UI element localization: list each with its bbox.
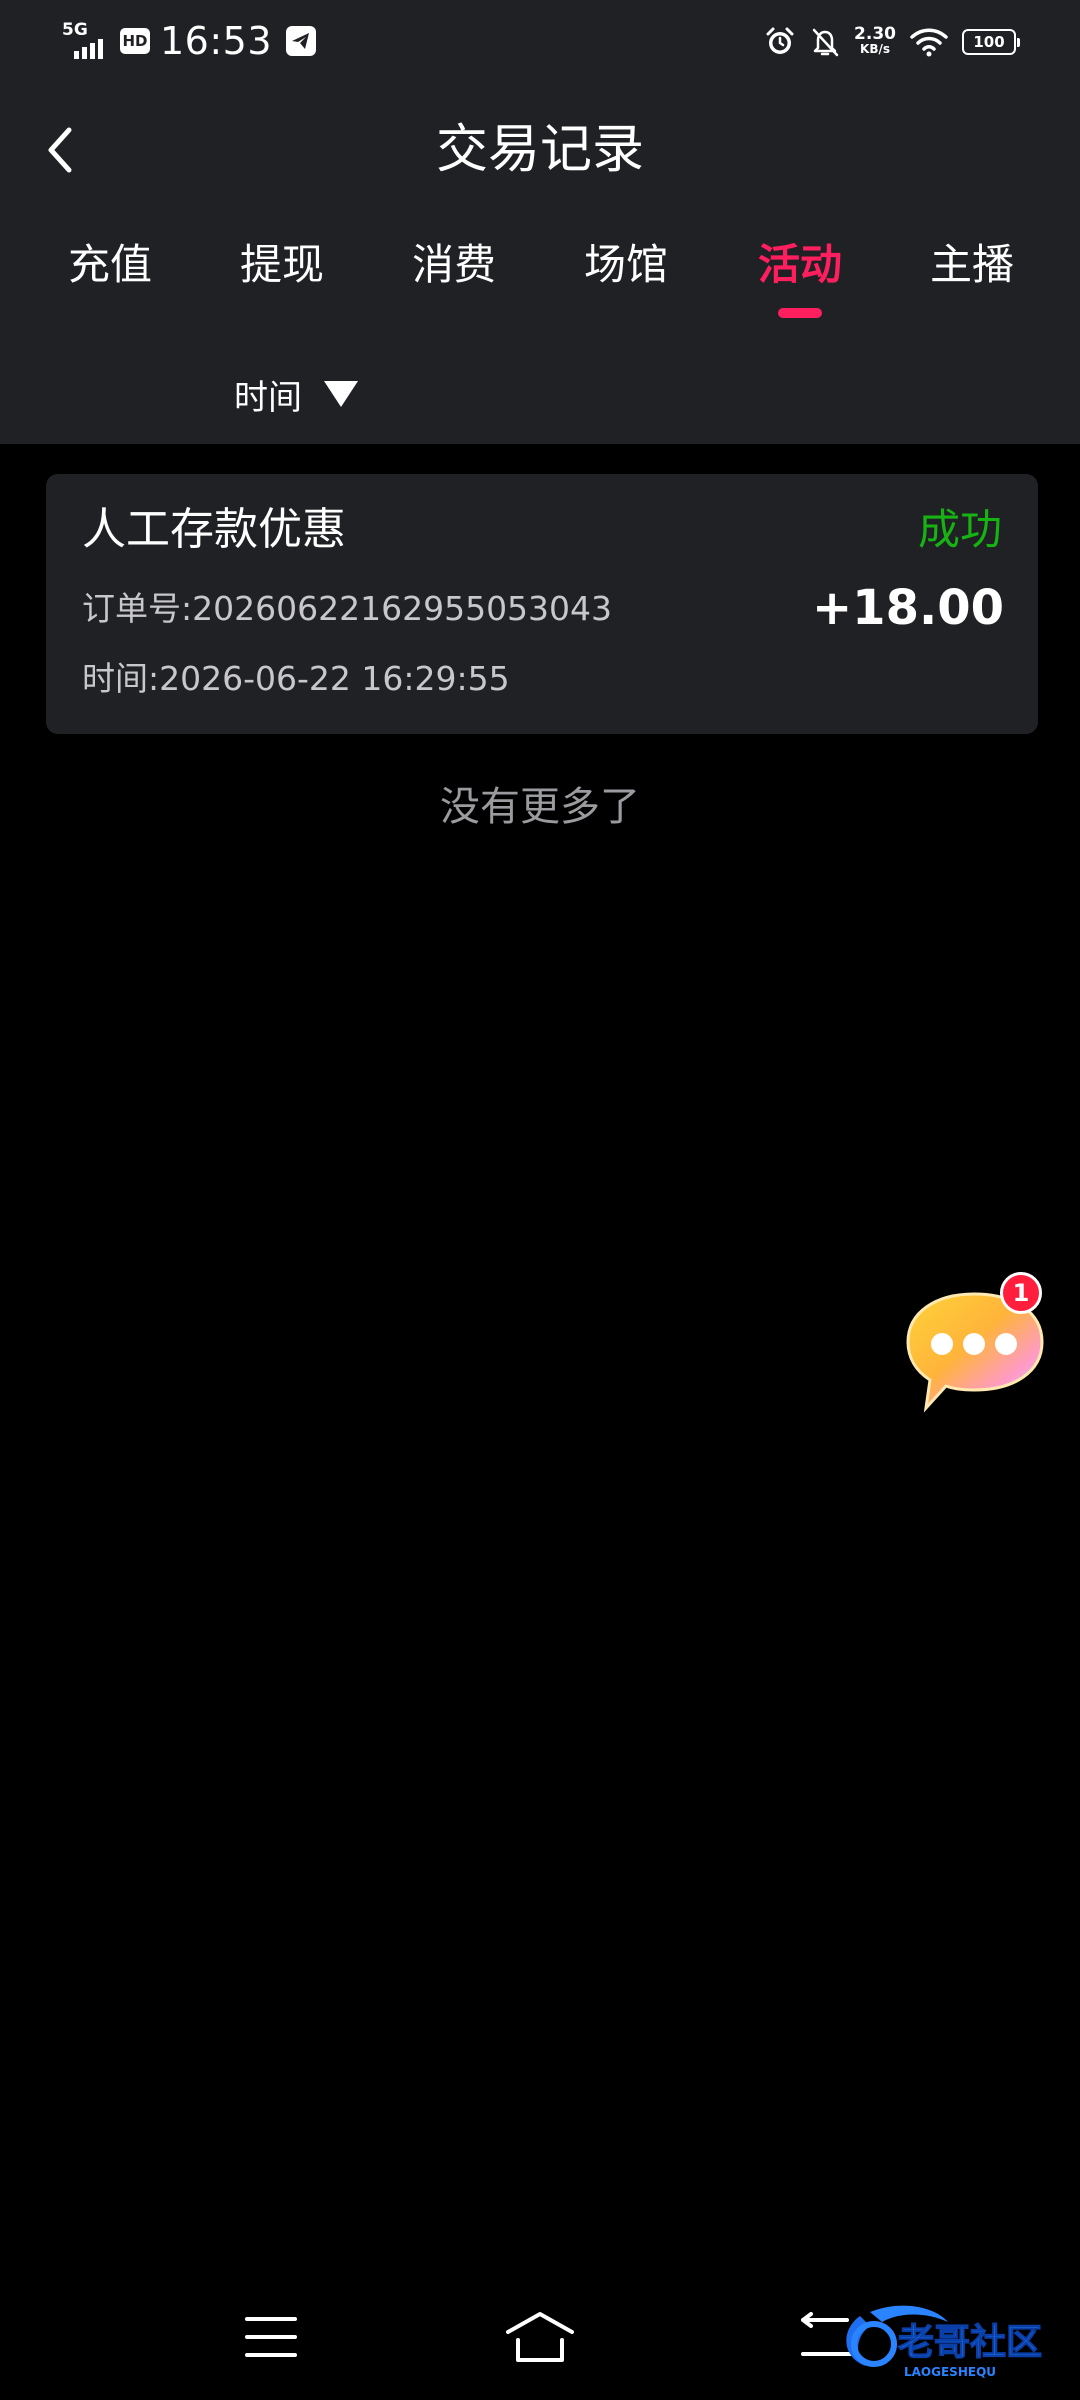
signal-icon: 5G (62, 21, 110, 61)
tab-anchor[interactable]: 主播 (886, 226, 1058, 304)
status-bar-left: 5G HD 16:53 (62, 18, 317, 64)
chat-float-button[interactable]: 1 (896, 1272, 1056, 1422)
record-time-value: 2026-06-22 16:29:55 (159, 659, 510, 698)
order-number-label: 订单号: (82, 589, 193, 628)
back-button[interactable] (30, 110, 90, 190)
battery-level: 100 (973, 33, 1005, 51)
watermark-logo: 老哥社区 LAOGESHEQU (846, 2305, 1043, 2379)
record-status: 成功 (917, 505, 1002, 554)
telegram-icon (286, 26, 317, 56)
home-icon (506, 2312, 574, 2362)
time-filter-label: 时间 (234, 377, 302, 418)
chat-unread-badge: 1 (1000, 1272, 1042, 1314)
tab-withdraw[interactable]: 提现 (196, 226, 368, 304)
record-name: 人工存款优惠 (82, 504, 346, 555)
status-bar: 5G HD 16:53 2.30 KB/s 100 (0, 0, 1080, 84)
header-panel: 5G HD 16:53 2.30 KB/s 100 交易记录 充值 提现 消费 … (0, 0, 1080, 444)
order-number-value: 20260622162955053043 (192, 589, 613, 628)
svg-text:老哥社区: 老哥社区 (898, 2322, 1042, 2363)
status-time: 16:53 (160, 19, 273, 63)
tab-venue[interactable]: 场馆 (540, 226, 712, 304)
record-time-label: 时间: (82, 659, 160, 698)
record-time: 时间:2026-06-22 16:29:55 (82, 656, 510, 702)
mute-bell-icon (812, 28, 839, 57)
speed-value: 2.30 (854, 24, 896, 44)
wifi-icon (910, 28, 948, 57)
active-tab-indicator (778, 308, 822, 318)
time-filter-dropdown[interactable]: 时间 (234, 360, 358, 428)
record-order-number: 订单号:20260622162955053043 (82, 586, 612, 632)
category-tabs: 充值 提现 消费 场馆 活动 主播 (0, 226, 1080, 326)
transaction-records-page: 5G HD 16:53 2.30 KB/s 100 交易记录 充值 提现 消费 … (0, 0, 1080, 2400)
nav-menu-button[interactable] (226, 2302, 316, 2372)
record-amount: +18.00 (811, 580, 1004, 636)
menu-icon (245, 2317, 297, 2357)
chevron-left-icon (48, 127, 72, 173)
tab-consumption[interactable]: 消费 (368, 226, 540, 304)
status-bar-right: 2.30 KB/s 100 (764, 22, 1020, 62)
battery-icon: 100 (962, 29, 1020, 55)
alarm-icon (766, 27, 794, 54)
network-type: 5G (62, 20, 88, 40)
tab-recharge[interactable]: 充值 (24, 226, 196, 304)
nav-home-button[interactable] (495, 2302, 585, 2372)
speed-unit: KB/s (860, 42, 891, 56)
tab-activity[interactable]: 活动 (714, 226, 886, 304)
network-speed: 2.30 KB/s (854, 24, 896, 57)
triangle-down-icon (324, 381, 358, 407)
transaction-record-card[interactable]: 人工存款优惠 成功 订单号:20260622162955053043 +18.0… (46, 474, 1038, 734)
svg-text:LAOGESHEQU: LAOGESHEQU (904, 2365, 996, 2379)
page-title: 交易记录 (435, 120, 644, 180)
list-end-text: 没有更多了 (440, 784, 640, 830)
hd-icon: HD (120, 28, 150, 54)
